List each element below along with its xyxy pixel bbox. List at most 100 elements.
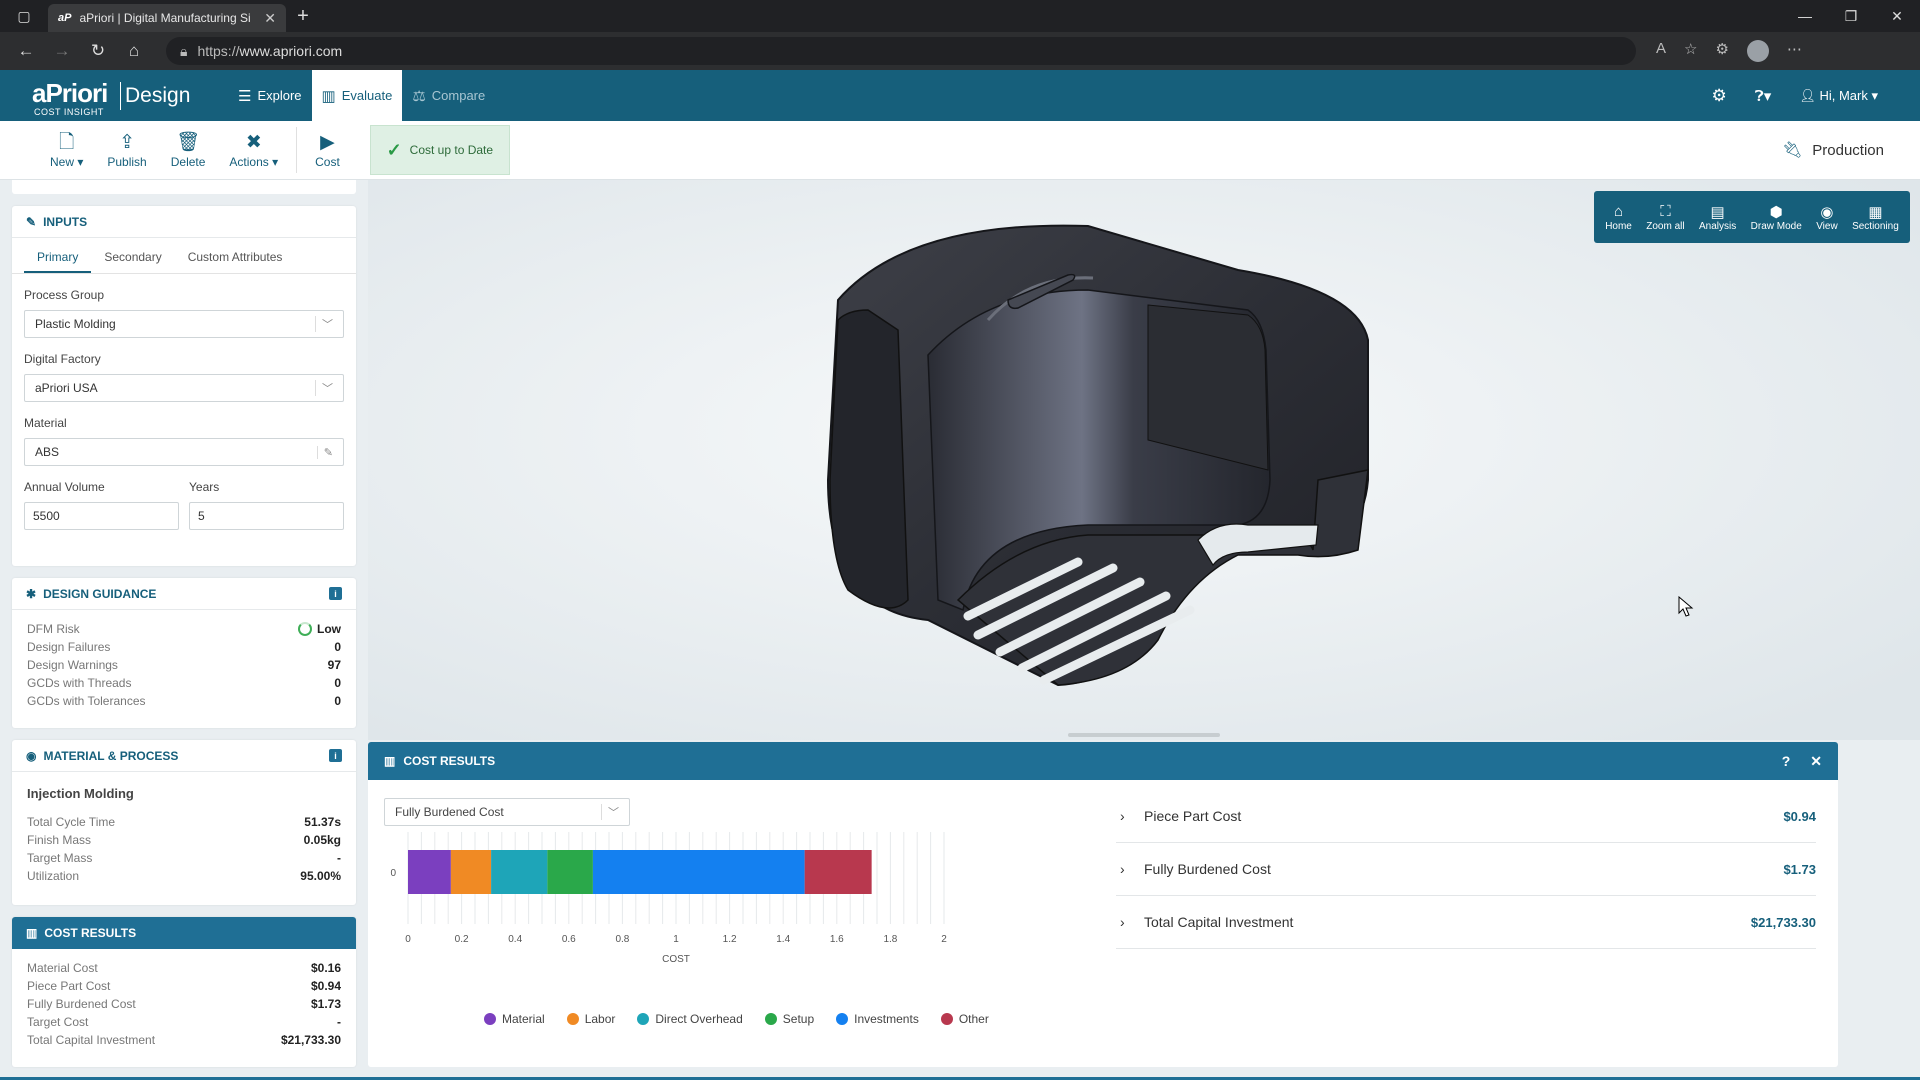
user-menu[interactable]: 👤︎ Hi, Mark ▾	[1799, 88, 1878, 104]
x-tick-label: 0.4	[508, 934, 522, 945]
cost-button[interactable]: ▶ Cost	[303, 131, 352, 169]
x-tick-label: 0	[405, 934, 411, 945]
legend-item[interactable]: Direct Overhead	[637, 1012, 743, 1026]
chevron-down-icon: ﹀	[315, 316, 333, 332]
tab-secondary[interactable]: Secondary	[91, 250, 174, 273]
viewer-analysis-button[interactable]: ▤ Analysis	[1699, 203, 1736, 232]
cost-results-side-header[interactable]: ▥ COST RESULTS	[12, 917, 356, 949]
info-icon[interactable]: i	[329, 587, 342, 600]
x-tick-label: 1.8	[883, 934, 897, 945]
total-capital-row: Total Capital Investment $21,733.30	[12, 1031, 356, 1049]
legend-item[interactable]: Labor	[566, 1012, 615, 1026]
grid-icon: ▦	[1868, 203, 1883, 221]
tab-custom-attributes[interactable]: Custom Attributes	[175, 250, 296, 273]
legend-item[interactable]: Investments	[836, 1012, 919, 1026]
new-tab-icon[interactable]: +	[286, 0, 320, 32]
inputs-panel: ✎ INPUTS Primary Secondary Custom Attrib…	[12, 206, 356, 566]
viewer-home-button[interactable]: ⌂ Home	[1605, 203, 1632, 232]
cost-status-badge: ✓ Cost up to Date	[369, 125, 510, 175]
tab-primary[interactable]: Primary	[24, 250, 92, 273]
close-window-icon[interactable]: ✕	[1874, 0, 1920, 32]
new-file-icon: 🗋	[59, 132, 75, 153]
utilization-label: Utilization	[27, 869, 80, 883]
cost-status-text: Cost up to Date	[409, 143, 494, 157]
legend-swatch	[836, 1013, 849, 1025]
main-nav: ☰ Explore ▥ Evaluate ⚖ Compare	[228, 70, 495, 121]
bar-chart-icon: ▥	[384, 754, 396, 768]
digital-factory-select[interactable]: aPriori USA ﹀	[24, 374, 344, 402]
viewer-sectioning-button[interactable]: ▦ Sectioning	[1852, 203, 1899, 232]
home-icon[interactable]: ⌂	[116, 32, 152, 70]
cost-label: Cost	[315, 155, 340, 169]
viewer-home-label: Home	[1605, 220, 1632, 232]
list-icon: ☰	[238, 87, 252, 105]
window-menu-icon[interactable]: ▢	[0, 0, 48, 32]
legend-item[interactable]: Material	[484, 1012, 545, 1026]
summary-row-total-capital[interactable]: › Total Capital Investment $21,733.30	[1116, 896, 1816, 949]
favorites-icon[interactable]: ☆	[1684, 40, 1697, 62]
summary-amount: $21,733.30	[1750, 914, 1816, 930]
forward-icon[interactable]: →	[44, 32, 80, 70]
close-tab-icon[interactable]: ✕	[264, 10, 276, 27]
legend-label: Other	[958, 1012, 989, 1026]
legend-item[interactable]: Setup	[764, 1012, 815, 1026]
minimize-icon[interactable]: —	[1782, 0, 1828, 32]
viewer-view-button[interactable]: ◉ View	[1816, 203, 1838, 232]
close-icon[interactable]: ✕	[1810, 753, 1822, 770]
annual-volume-input[interactable]: 5500	[24, 502, 179, 530]
profile-avatar[interactable]	[1746, 40, 1769, 62]
panel-resize-handle[interactable]	[1068, 733, 1220, 737]
help-icon[interactable]: ?	[1782, 753, 1791, 770]
cost-results-side-panel: ▥ COST RESULTS Material Cost $0.16 Piece …	[12, 917, 356, 1067]
pencil-icon[interactable]: ✎	[316, 445, 333, 459]
nav-compare[interactable]: ⚖ Compare	[402, 70, 495, 121]
nav-explore[interactable]: ☰ Explore	[228, 70, 312, 121]
nav-explore-label: Explore	[257, 88, 302, 103]
logo-product: Design	[125, 83, 191, 107]
dfm-risk-row: DFM Risk Low	[12, 620, 356, 638]
material-cost-value: $0.16	[310, 961, 341, 975]
viewer-zoom-all-button[interactable]: ⛶ Zoom all	[1646, 203, 1684, 232]
part-model[interactable]	[368, 180, 1920, 740]
scenario-state[interactable]: 🔌︎ Production	[1782, 140, 1884, 160]
design-guidance-header[interactable]: ✱ DESIGN GUIDANCE i	[12, 578, 356, 610]
more-icon[interactable]: ⋯	[1787, 40, 1802, 62]
legend-swatch	[484, 1013, 496, 1025]
new-button[interactable]: 🗋 New ▾	[38, 131, 95, 169]
settings-gear-icon[interactable]: ⚙	[1712, 86, 1727, 106]
cycle-time-label: Total Cycle Time	[27, 815, 116, 829]
digital-factory-label: Digital Factory	[24, 352, 101, 366]
read-aloud-icon[interactable]: A	[1656, 40, 1666, 62]
legend-label: Setup	[782, 1012, 815, 1026]
nav-evaluate[interactable]: ▥ Evaluate	[311, 70, 403, 121]
summary-row-piece-part[interactable]: › Piece Part Cost $0.94	[1116, 790, 1816, 843]
material-field[interactable]: ABS ✎	[24, 438, 344, 466]
address-bar[interactable]: 🔒︎ https://www.apriori.com	[166, 37, 1636, 65]
target-cost-value: -	[337, 1015, 341, 1029]
apriori-logo[interactable]: aPriori COST INSIGHT Design	[32, 76, 202, 117]
target-mass-value: -	[337, 851, 341, 865]
inputs-title: INPUTS	[43, 214, 88, 229]
years-input[interactable]: 5	[189, 502, 344, 530]
cost-summary-list: › Piece Part Cost $0.94 › Fully Burdened…	[1116, 790, 1816, 949]
extensions-icon[interactable]: ⚙	[1715, 40, 1728, 62]
publish-button[interactable]: ⇪ Publish	[95, 131, 158, 169]
legend-item[interactable]: Other	[940, 1012, 989, 1026]
delete-button[interactable]: 🗑︎ Delete	[159, 131, 218, 169]
viewer-draw-mode-button[interactable]: ⬢ Draw Mode	[1751, 203, 1802, 232]
actions-label: Actions	[229, 155, 269, 169]
restore-icon[interactable]: ❐	[1828, 0, 1874, 32]
3d-viewer[interactable]	[368, 180, 1920, 740]
help-icon[interactable]: ❓︎▾	[1755, 87, 1772, 105]
material-process-header[interactable]: ◉ MATERIAL & PROCESS i	[12, 740, 356, 772]
back-icon[interactable]: ←	[8, 32, 44, 70]
browser-tab-active[interactable]: aP aPriori | Digital Manufacturing Si ✕	[48, 4, 286, 32]
actions-button[interactable]: ✖ Actions ▾	[217, 131, 290, 169]
info-icon[interactable]: i	[329, 749, 342, 762]
process-group-select[interactable]: Plastic Molding ﹀	[24, 310, 344, 338]
cost-type-select[interactable]: Fully Burdened Cost ﹀	[384, 798, 630, 826]
reload-icon[interactable]: ↻	[80, 32, 116, 70]
logo-main: aPriori	[32, 77, 108, 108]
summary-row-fully-burdened[interactable]: › Fully Burdened Cost $1.73	[1116, 843, 1816, 896]
gcds-tolerances-value: 0	[334, 694, 341, 708]
